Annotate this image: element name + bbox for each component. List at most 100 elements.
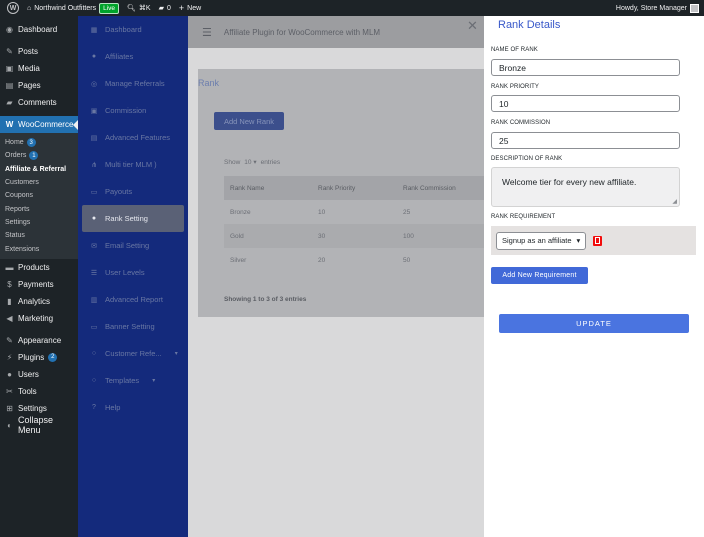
plugin-nav-rank-setting[interactable]: ● Rank Setting — [82, 205, 184, 232]
plugin-nav-mlm[interactable]: ⋔ Multi tier MLM ) — [78, 151, 188, 178]
payments-icon: $ — [7, 279, 12, 289]
comments-icon: ▰ — [6, 98, 13, 107]
search-command[interactable]: 🔍︎ ⌘K — [123, 0, 155, 16]
rank-priority-input[interactable]: 10 — [491, 95, 680, 112]
plugin-nav-label: Payouts — [105, 187, 133, 196]
plugin-nav-payouts[interactable]: ▭ Payouts — [78, 178, 188, 205]
submenu-orders[interactable]: Orders 1 — [0, 149, 78, 162]
update-button[interactable]: UPDATE — [499, 314, 689, 333]
menu-payments[interactable]: $ Payments — [0, 276, 78, 293]
plugin-nav-banner-setting[interactable]: ▭ Banner Setting — [78, 313, 188, 340]
close-icon[interactable]: ✕ — [467, 18, 478, 34]
table-row[interactable]: Silver 20 50 — [224, 248, 504, 272]
plugin-nav-referrals[interactable]: ◎ Manage Referrals — [78, 70, 188, 97]
hamburger-icon[interactable]: ☰ — [202, 26, 212, 39]
menu-media[interactable]: ▣ Media — [0, 60, 78, 77]
menu-comments[interactable]: ▰ Comments — [0, 94, 78, 111]
plugin-nav-templates[interactable]: ○ Templates ▾ — [78, 367, 188, 394]
menu-appearance[interactable]: ✎ Appearance — [0, 332, 78, 349]
submenu-affiliate[interactable]: Affiliate & Referral — [0, 163, 78, 176]
orders-badge: 1 — [29, 151, 39, 161]
plugin-nav-dashboard[interactable]: ▦ Dashboard — [78, 16, 188, 43]
submenu-home[interactable]: Home 3 — [0, 136, 78, 149]
plugin-nav-affiliates[interactable]: ● Affiliates — [78, 43, 188, 70]
submenu-extensions[interactable]: Extensions — [0, 242, 78, 255]
plugin-nav-commission[interactable]: ▣ Commission — [78, 97, 188, 124]
live-badge: Live — [99, 2, 120, 14]
menu-analytics[interactable]: ▮ Analytics — [0, 293, 78, 310]
priority-label: RANK PRIORITY — [491, 84, 539, 90]
requirement-select[interactable]: Signup as an affiliate ▾ — [496, 231, 587, 250]
email-icon: ✉ — [91, 242, 97, 250]
add-requirement-button[interactable]: Add New Requirement — [491, 267, 588, 284]
plugin-nav-label: Advanced Features — [105, 133, 171, 142]
menu-label: Plugins — [18, 352, 45, 362]
table-row[interactable]: Gold 30 100 — [224, 224, 504, 248]
media-icon: ▣ — [5, 64, 14, 73]
table-row[interactable]: Bronze 10 25 — [224, 200, 504, 224]
requirement-row: Signup as an affiliate ▾ — [491, 226, 696, 255]
menu-users[interactable]: ● Users — [0, 366, 78, 383]
menu-woocommerce[interactable]: W WooCommerce — [0, 116, 78, 133]
site-name-menu[interactable]: ⌂ Northwind Outfitters Live — [23, 0, 123, 16]
plugin-nav-label: Commission — [105, 106, 147, 115]
show-label: Show — [224, 158, 241, 166]
report-icon: ▥ — [90, 296, 98, 304]
new-content-menu[interactable]: + New — [175, 0, 205, 16]
admin-bar: W ⌂ Northwind Outfitters Live 🔍︎ ⌘K ▰ 0 … — [0, 0, 704, 16]
plugin-nav-advanced-features[interactable]: ▤ Advanced Features — [78, 124, 188, 151]
menu-pages[interactable]: ▤ Pages — [0, 77, 78, 94]
menu-label: Users — [18, 369, 39, 379]
requirement-label: RANK REQUIREMENT — [491, 214, 556, 220]
submenu-customers[interactable]: Customers — [0, 176, 78, 189]
menu-tools[interactable]: ✂ Tools — [0, 383, 78, 400]
plugin-nav-label: Dashboard — [105, 25, 142, 34]
column-header[interactable]: Rank Name — [224, 185, 314, 192]
rank-description-textarea[interactable]: Welcome tier for every new affiliate. ◢ — [491, 167, 680, 207]
levels-icon: ☰ — [90, 269, 98, 277]
plugin-nav-label: Banner Setting — [105, 322, 155, 331]
menu-label: Pages — [18, 81, 41, 90]
plugin-nav-advanced-report[interactable]: ▥ Advanced Report — [78, 286, 188, 313]
collapse-menu[interactable]: ◐ Collapse Menu — [0, 415, 78, 435]
plugin-nav-user-levels[interactable]: ☰ User Levels — [78, 259, 188, 286]
comment-icon: ▰ — [158, 5, 164, 12]
submenu-coupons[interactable]: Coupons — [0, 189, 78, 202]
menu-plugins[interactable]: ⚡ Plugins 2 — [0, 349, 78, 366]
menu-label: Appearance — [18, 335, 62, 345]
submenu-reports[interactable]: Reports — [0, 202, 78, 215]
description-text: Welcome tier for every new affiliate. — [502, 177, 637, 187]
admin-menu: ◉ Dashboard ✎ Posts ▣ Media ▤ Pages ▰ Comment… — [0, 16, 78, 537]
wallet-icon: ▭ — [90, 188, 98, 196]
trash-icon[interactable] — [593, 235, 603, 246]
menu-posts[interactable]: ✎ Posts — [0, 43, 78, 60]
comments-menu[interactable]: ▰ 0 — [155, 0, 175, 16]
entries-select[interactable]: 10 ▾ — [244, 158, 256, 166]
plugin-nav-customer-referral[interactable]: ○ Customer Refe... ▾ — [78, 340, 188, 367]
resize-handle-icon[interactable]: ◢ — [672, 198, 677, 205]
rank-table: Rank Name Rank Priority Rank Commission … — [224, 176, 504, 272]
submenu-status[interactable]: Status — [0, 229, 78, 242]
add-new-rank-button[interactable]: Add New Rank — [214, 112, 284, 130]
menu-dashboard[interactable]: ◉ Dashboard — [0, 21, 78, 38]
column-header[interactable]: Rank Priority — [314, 185, 399, 192]
customer-icon: ○ — [91, 350, 97, 357]
menu-products[interactable]: ▬ Products — [0, 259, 78, 276]
menu-marketing[interactable]: ◀ Marketing — [0, 310, 78, 327]
submenu-label: Status — [5, 232, 25, 240]
users-icon: ● — [7, 369, 12, 379]
account-menu[interactable]: Howdy, Store Manager — [616, 3, 704, 13]
plugin-nav-label: Manage Referrals — [105, 79, 165, 88]
rank-name-input[interactable]: Bronze — [491, 59, 680, 76]
plugin-nav-help[interactable]: ? Help — [78, 394, 188, 421]
menu-settings[interactable]: ⊞ Settings — [0, 400, 78, 417]
submenu-settings[interactable]: Settings — [0, 216, 78, 229]
home-badge: 3 — [26, 138, 36, 148]
plugin-nav-email-setting[interactable]: ✉ Email Setting — [78, 232, 188, 259]
chevron-down-icon: ▾ — [253, 159, 257, 166]
table-header: Rank Name Rank Priority Rank Commission — [224, 176, 504, 200]
rank-commission-input[interactable]: 25 — [491, 132, 680, 149]
commission-icon: ▣ — [90, 107, 98, 115]
menu-label: WooCommerce — [18, 120, 74, 129]
wp-logo-menu[interactable]: W — [0, 0, 23, 16]
